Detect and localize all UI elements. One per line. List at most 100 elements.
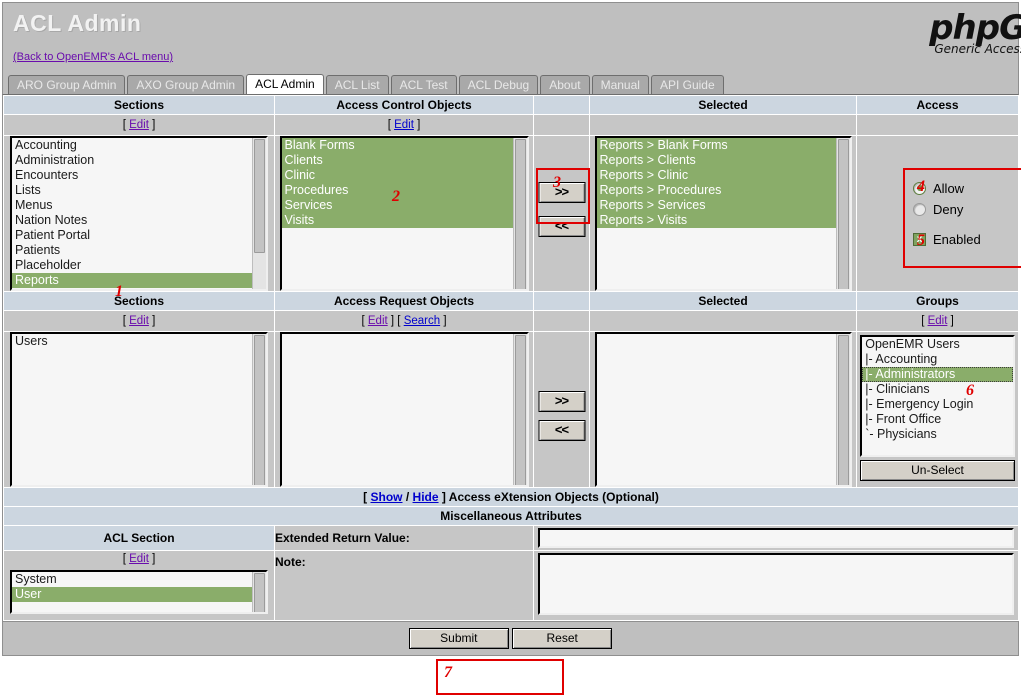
header-access-control-objects: Access Control Objects bbox=[274, 95, 534, 115]
scrollbar-thumb[interactable] bbox=[837, 335, 849, 485]
row1-header-row: Sections Access Control Objects Selected… bbox=[3, 95, 1019, 115]
list-item[interactable]: Users bbox=[12, 334, 266, 349]
tab-manual[interactable]: Manual bbox=[591, 75, 649, 94]
allow-radio-row[interactable]: Allow bbox=[913, 178, 1018, 199]
tab-api-guide[interactable]: API Guide bbox=[650, 75, 724, 94]
scrollbar-thumb[interactable] bbox=[254, 335, 265, 485]
tab-axo-group-admin[interactable]: AXO Group Admin bbox=[127, 75, 245, 94]
list-item[interactable]: |- Accounting bbox=[862, 352, 1013, 367]
acl-section-edit-link[interactable]: Edit bbox=[129, 553, 149, 565]
aro-listbox[interactable] bbox=[279, 332, 529, 487]
sections-scrollbar-2[interactable] bbox=[252, 334, 266, 485]
aro-search-link[interactable]: Search bbox=[404, 315, 440, 327]
scrollbar-thumb[interactable] bbox=[254, 573, 265, 612]
list-item[interactable]: Nation Notes bbox=[12, 213, 266, 228]
acl-section-header: ACL Section bbox=[3, 525, 275, 551]
remove-aco-button[interactable]: << bbox=[538, 216, 585, 237]
tab-acl-test[interactable]: ACL Test bbox=[390, 75, 457, 94]
sections-edit-link-2[interactable]: Edit bbox=[129, 315, 149, 327]
list-item-selected[interactable]: Reports > Clinic bbox=[596, 168, 850, 183]
header-sections-1: Sections bbox=[3, 95, 275, 115]
selected-aco-listbox[interactable]: Reports > Blank Forms Reports > Clients … bbox=[594, 136, 852, 291]
sections-scrollbar-1[interactable] bbox=[252, 138, 266, 289]
reset-button[interactable]: Reset bbox=[512, 628, 613, 649]
extended-return-input[interactable] bbox=[538, 528, 1014, 548]
sections-edit-link-1[interactable]: Edit bbox=[129, 119, 149, 131]
axo-bar: [ Show / Hide ] Access eXtension Objects… bbox=[3, 487, 1019, 507]
aco-options: Blank Forms Clients Clinic Procedures Se… bbox=[281, 138, 527, 228]
list-item-selected[interactable]: Procedures bbox=[281, 183, 527, 198]
list-item-selected[interactable]: User bbox=[12, 587, 266, 602]
list-item-selected[interactable]: Reports > Procedures bbox=[596, 183, 850, 198]
scrollbar-thumb[interactable] bbox=[514, 335, 526, 485]
list-item-selected[interactable]: Services bbox=[281, 198, 527, 213]
scrollbar-thumb[interactable] bbox=[514, 139, 526, 289]
aco-listbox[interactable]: Blank Forms Clients Clinic Procedures Se… bbox=[279, 136, 529, 291]
list-item[interactable]: System bbox=[12, 572, 266, 587]
list-item-selected[interactable]: Reports > Visits bbox=[596, 213, 850, 228]
logo-wordmark: phpG bbox=[929, 11, 1021, 48]
tab-aro-group-admin[interactable]: ARO Group Admin bbox=[8, 75, 126, 94]
list-item-selected[interactable]: Blank Forms bbox=[281, 138, 527, 153]
access-link-spacer bbox=[856, 114, 1019, 136]
tab-acl-list[interactable]: ACL List bbox=[325, 75, 389, 94]
add-aro-button[interactable]: >> bbox=[538, 391, 585, 412]
note-textarea[interactable] bbox=[538, 553, 1014, 615]
acl-section-scrollbar[interactable] bbox=[252, 572, 266, 612]
allow-radio-icon[interactable] bbox=[913, 181, 926, 195]
groups-cell: OpenEMR Users |- Accounting |- Administr… bbox=[856, 331, 1019, 488]
row2-link-row: [ Edit ] [ Edit ] [ Search ] [ Edit ] bbox=[3, 310, 1019, 332]
groups-listbox[interactable]: OpenEMR Users |- Accounting |- Administr… bbox=[860, 335, 1015, 457]
list-item-selected[interactable]: Reports > Clients bbox=[596, 153, 850, 168]
list-item[interactable]: Accounting bbox=[12, 138, 266, 153]
acl-section-listbox[interactable]: System User bbox=[10, 570, 268, 614]
scrollbar-thumb[interactable] bbox=[254, 139, 265, 253]
list-item[interactable]: |- Emergency Login bbox=[862, 397, 1013, 412]
selected-aro-listbox[interactable] bbox=[594, 332, 852, 487]
sections-listbox-1[interactable]: Accounting Administration Encounters Lis… bbox=[10, 136, 268, 291]
list-item[interactable]: Encounters bbox=[12, 168, 266, 183]
list-item-selected[interactable]: |- Administrators bbox=[862, 367, 1013, 382]
deny-radio-row[interactable]: Deny bbox=[913, 199, 1018, 220]
groups-edit-link[interactable]: Edit bbox=[928, 315, 948, 327]
list-item[interactable]: Menus bbox=[12, 198, 266, 213]
list-item[interactable]: |- Front Office bbox=[862, 412, 1013, 427]
aro-edit-link[interactable]: Edit bbox=[368, 315, 388, 327]
list-item-selected[interactable]: Visits bbox=[281, 213, 527, 228]
tab-acl-admin[interactable]: ACL Admin bbox=[246, 74, 324, 94]
enabled-checkbox-row[interactable]: x Enabled bbox=[913, 229, 1018, 250]
list-item[interactable]: |- Clinicians bbox=[862, 382, 1013, 397]
back-to-openemr-link[interactable]: (Back to OpenEMR's ACL menu) bbox=[13, 51, 173, 63]
aro-scrollbar[interactable] bbox=[512, 334, 527, 485]
list-item-selected[interactable]: Reports bbox=[12, 273, 266, 288]
list-item[interactable]: Patients bbox=[12, 243, 266, 258]
submit-button[interactable]: Submit bbox=[408, 628, 509, 649]
list-item[interactable]: Placeholder bbox=[12, 258, 266, 273]
tab-acl-debug[interactable]: ACL Debug bbox=[458, 75, 539, 94]
selected-aro-scrollbar[interactable] bbox=[835, 334, 850, 485]
list-item[interactable]: Patient Portal bbox=[12, 228, 266, 243]
sections-listbox-2[interactable]: Users bbox=[10, 332, 268, 487]
axo-hide-link[interactable]: Hide bbox=[413, 490, 439, 504]
un-select-button[interactable]: Un-Select bbox=[860, 460, 1015, 481]
list-item[interactable]: Lists bbox=[12, 183, 266, 198]
enabled-checkbox-icon[interactable]: x bbox=[913, 232, 926, 246]
tab-about[interactable]: About bbox=[540, 75, 590, 94]
list-item-selected[interactable]: Clients bbox=[281, 153, 527, 168]
deny-radio-icon[interactable] bbox=[913, 202, 926, 216]
add-aco-button[interactable]: >> bbox=[538, 182, 585, 203]
list-item-selected[interactable]: Clinic bbox=[281, 168, 527, 183]
axo-show-link[interactable]: Show bbox=[371, 490, 403, 504]
list-item-selected[interactable]: Reports > Blank Forms bbox=[596, 138, 850, 153]
list-item[interactable]: OpenEMR Users bbox=[862, 337, 1013, 352]
list-item[interactable]: Administration bbox=[12, 153, 266, 168]
remove-aro-button[interactable]: << bbox=[538, 420, 585, 441]
list-item-selected[interactable]: Reports > Services bbox=[596, 198, 850, 213]
aro-listbox-cell bbox=[274, 331, 534, 488]
aco-scrollbar[interactable] bbox=[512, 138, 527, 289]
list-item[interactable]: `- Physicians bbox=[862, 427, 1013, 442]
selected-aco-scrollbar[interactable] bbox=[835, 138, 850, 289]
aco-edit-link[interactable]: Edit bbox=[394, 119, 414, 131]
scrollbar-thumb[interactable] bbox=[837, 139, 849, 289]
aco-listbox-cell: Blank Forms Clients Clinic Procedures Se… bbox=[274, 135, 534, 292]
